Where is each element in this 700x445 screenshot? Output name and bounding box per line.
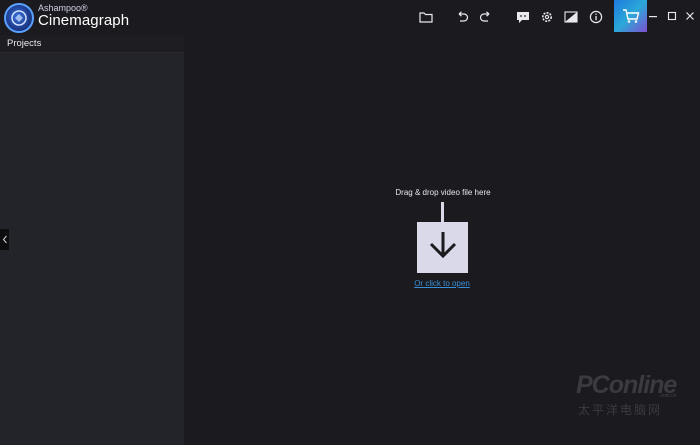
info-icon[interactable] [587, 8, 605, 26]
cart-icon [622, 9, 639, 23]
logo-icon [11, 10, 27, 26]
redo-icon[interactable] [477, 8, 495, 26]
sidebar-collapse-button[interactable] [0, 229, 9, 250]
title-bar: Ashampoo® Cinemagraph [0, 0, 700, 35]
undo-icon[interactable] [453, 8, 471, 26]
watermark: PConline .com.cn 太平洋电脑网 [576, 371, 696, 417]
folder-icon[interactable] [417, 8, 435, 26]
watermark-cn: 太平洋电脑网 [578, 403, 663, 417]
maximize-icon[interactable] [664, 8, 680, 24]
chevron-left-icon [2, 235, 7, 244]
drop-arrow-stem [441, 202, 444, 224]
feedback-icon[interactable] [514, 8, 532, 26]
minimize-icon[interactable] [645, 8, 661, 24]
cart-button[interactable] [614, 0, 647, 32]
settings-icon[interactable] [538, 8, 556, 26]
sidebar-title: Projects [0, 35, 184, 53]
app-logo [4, 3, 34, 33]
watermark-domain: .com.cn [659, 393, 677, 399]
download-arrow-icon [429, 232, 457, 259]
app-name: Cinemagraph [38, 12, 130, 29]
theme-icon[interactable] [562, 8, 580, 26]
drop-instruction: Drag & drop video file here [395, 188, 491, 197]
open-file-link[interactable]: Or click to open [402, 279, 482, 288]
projects-sidebar: Projects [0, 35, 184, 445]
close-icon[interactable] [682, 8, 698, 24]
